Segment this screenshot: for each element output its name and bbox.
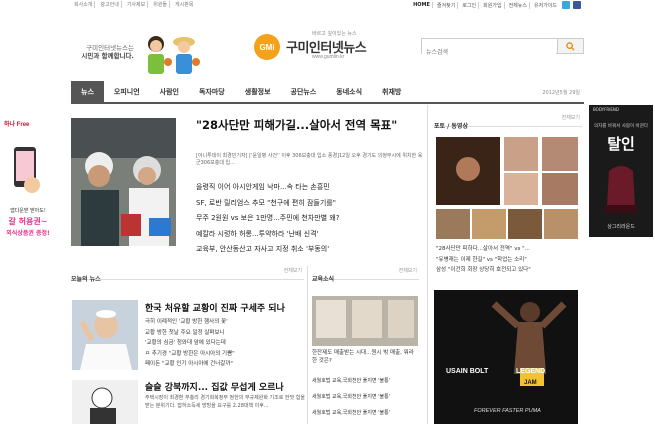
- top-link[interactable]: 유저가이드: [532, 2, 559, 9]
- signup-link[interactable]: 회원가입: [481, 1, 505, 9]
- right-banner-ad[interactable]: BODYFRIEND 의자를 바꿔서 사람이 바뀐다 탈인 상그리라운드: [589, 105, 653, 237]
- cartoon-image[interactable]: [72, 380, 138, 424]
- nav-news[interactable]: 뉴스: [71, 81, 104, 103]
- photo-section-header: 포토 / 동영상 전체보기: [434, 113, 582, 130]
- nav-opinion[interactable]: 오피니언: [104, 81, 150, 103]
- more-link[interactable]: 전체보기: [562, 114, 580, 121]
- nav-date: 2012년5월 29일: [542, 90, 580, 96]
- photo-list: "28사단만 피하다...살아서 전역" vs "... "유병재는 이제 한길…: [436, 244, 584, 276]
- puma-ad-banner[interactable]: USAIN BOLT LEGEND JAM FOREVER FASTER PUM…: [434, 290, 578, 424]
- ad-title: 탈인: [607, 135, 635, 153]
- nav-life[interactable]: 생활정보: [235, 81, 281, 103]
- login-link[interactable]: 로그인: [460, 1, 480, 9]
- top-link[interactable]: 게시판목: [173, 1, 195, 8]
- edu-list-item[interactable]: 세월호법 교육,국회천안 풀지면 '불통': [312, 389, 418, 405]
- logo-url: www.gumiin.kr: [312, 54, 345, 60]
- nav-reporting[interactable]: 취재방: [372, 81, 411, 103]
- lead-bullet[interactable]: 무주 2원원 vs 보은 1만명...주민에 천차만별 왜?: [196, 211, 424, 227]
- ad-brand: 하나 Free: [4, 122, 30, 128]
- lead-bullets: 을령직 이어 아시안게임 낙마...속 타는 손흥민 SF, 로반 릴리엄스 추…: [196, 180, 424, 258]
- photo-list-item[interactable]: 삼성 "이건희 회장 상당히 호전되고 있다": [436, 265, 584, 276]
- today-bullet[interactable]: 교황 방한 첫날 주요 일정 살펴보니: [145, 328, 303, 339]
- main-nav: 뉴스 오피니언 사람인 독자마당 생활정보 공단뉴스 동네소식 취재방 2012…: [71, 81, 584, 104]
- ad-text: USAIN BOLT: [446, 368, 489, 375]
- today-bullet[interactable]: ㅁ 추기경 "교황 방한은 아시아의 기쁨": [145, 349, 303, 360]
- search-input[interactable]: [422, 45, 556, 60]
- column-divider: [427, 105, 428, 424]
- today-bullet[interactable]: '교황의 심금' 청와대 앞에 있다는데: [145, 338, 303, 349]
- ad-text: 의자를 바꿔서 사람이 바뀐다: [594, 124, 648, 129]
- top-links-left: 회사소개 광고안내 기사제보 위원들 게시판목: [72, 1, 195, 8]
- nav-industrial[interactable]: 공단뉴스: [281, 81, 327, 103]
- photo-list-item[interactable]: "28사단만 피하다...살아서 전역" vs "...: [436, 244, 584, 255]
- search-box: [421, 38, 584, 60]
- lead-photo[interactable]: [71, 118, 176, 246]
- lead-bullet[interactable]: 교육부, 안산동산고 자사고 지정 취소 '부동의': [196, 242, 424, 258]
- today-headline-2[interactable]: 슬슬 강북까지... 집값 무섭게 오르나: [145, 380, 284, 393]
- ad-text: 갈 허용권~: [8, 217, 48, 226]
- ad-text: JAM: [524, 380, 537, 386]
- ad-text: 앱다운받 받아도!: [10, 208, 46, 214]
- left-banner-ad[interactable]: 하나 Free 앱다운받 받아도! 갈 허용권~ 외식상품권 증정!: [0, 117, 56, 257]
- edu-list: 세월호법 교육,국회천안 풀지면 '불통' 세월호법 교육,국회천안 풀지면 '…: [312, 373, 418, 421]
- phone-icon: [14, 147, 40, 193]
- nav-readers[interactable]: 독자마당: [189, 81, 235, 103]
- edu-caption[interactable]: 한잔제도 매출받는 시대...원시 밖 매출, 뭐라한 것은?: [312, 349, 418, 365]
- section-title: 오늘의 뉴스: [71, 276, 101, 283]
- twitter-icon[interactable]: [562, 1, 570, 9]
- lead-summary: [아니투데이 최경민기자] ['윤일병 사건'' 이후 306보충대 입소 풍경…: [196, 153, 423, 166]
- ad-brand: BODYFRIEND: [593, 107, 619, 112]
- logo-mark: GMi: [254, 34, 280, 60]
- top-link[interactable]: 광고안내: [98, 1, 122, 8]
- home-link[interactable]: HOME: [411, 2, 433, 8]
- today-bullet[interactable]: 극히 이례적인 '교황 방한 행사의 꽃': [145, 317, 303, 328]
- promo-text: 구미인터넷뉴스는 시민과 함께합니다.: [81, 44, 134, 60]
- today-bullets: 극히 이례적인 '교황 방한 행사의 꽃' 교황 방한 첫날 주요 일정 살펴보…: [145, 317, 303, 370]
- nav-people[interactable]: 사람인: [150, 81, 189, 103]
- today-bullet[interactable]: 페이돈 "교황 인기 아시아에 건너갈까": [145, 359, 303, 370]
- nav-local[interactable]: 동네소식: [326, 81, 372, 103]
- edu-section-header: 교육소식 전체보기: [312, 266, 419, 283]
- section-title: 교육소식: [312, 276, 335, 283]
- search-icon: [566, 41, 575, 51]
- section-title: 포토 / 동영상: [434, 123, 468, 130]
- column-divider: [307, 266, 308, 424]
- logo-tagline: 바르고 깊이있는 뉴스: [312, 31, 357, 37]
- today-headline-1[interactable]: 한국 처유할 교황이 진짜 구세주 되나: [145, 301, 285, 314]
- site-logo[interactable]: GMi 바르고 깊이있는 뉴스 구미인터넷뉴스 www.gumiin.kr: [254, 30, 404, 66]
- more-link[interactable]: 전체보기: [284, 267, 302, 274]
- lead-headline[interactable]: "28사단만 피해가길...살아서 전역 목표": [196, 118, 424, 133]
- facebook-icon[interactable]: [573, 1, 581, 9]
- pope-photo[interactable]: [72, 300, 138, 370]
- top-link[interactable]: 위원들: [151, 1, 171, 8]
- search-button[interactable]: [557, 39, 583, 53]
- top-links-right: HOME 즐겨찾기 로그인 회원가입 전체뉴스 유저가이드: [411, 1, 581, 9]
- edu-photo[interactable]: [312, 296, 418, 346]
- top-link[interactable]: 전체뉴스: [507, 1, 530, 9]
- edu-list-item[interactable]: 세월호법 교육,국회천안 풀지면 '불통': [312, 373, 418, 389]
- sprinter-figure: [491, 301, 567, 386]
- ad-text: LEGEND: [516, 368, 546, 375]
- lead-bullet[interactable]: 예칼라 시렁하 허롱...투약하라 '난배 신격': [196, 227, 424, 243]
- photo-list-item[interactable]: "유병재는 이제 한길" vs "학업는 소리": [436, 255, 584, 266]
- ad-tagline: FOREVER FASTER PUMA: [474, 408, 541, 414]
- photo-grid[interactable]: [436, 137, 578, 239]
- top-link[interactable]: 즐겨찾기: [435, 1, 459, 9]
- ad-text: 상그리라운드: [607, 224, 635, 230]
- massage-chair-icon: [605, 166, 637, 213]
- today-body-2: 주택시장이 최경환 부총리 경기회복정부 정한의 부규제완화 기조로 한껏 힘을…: [145, 395, 305, 409]
- today-section-header: 오늘의 뉴스 전체보기: [71, 266, 304, 283]
- lead-bullet[interactable]: SF, 로반 릴리엄스 추모 "천구에 편히 잠들기를": [196, 196, 424, 212]
- more-link[interactable]: 전체보기: [399, 267, 417, 274]
- top-link[interactable]: 기사제보: [125, 1, 149, 8]
- edu-list-item[interactable]: 세월호법 교육,국회천안 풀지면 '불통': [312, 405, 418, 421]
- lead-bullet[interactable]: 을령직 이어 아시안게임 낙마...속 타는 손흥민: [196, 180, 424, 196]
- top-link[interactable]: 회사소개: [72, 1, 96, 8]
- kids-illustration: [148, 36, 200, 74]
- ad-text: 외식상품권 증정!: [6, 230, 50, 237]
